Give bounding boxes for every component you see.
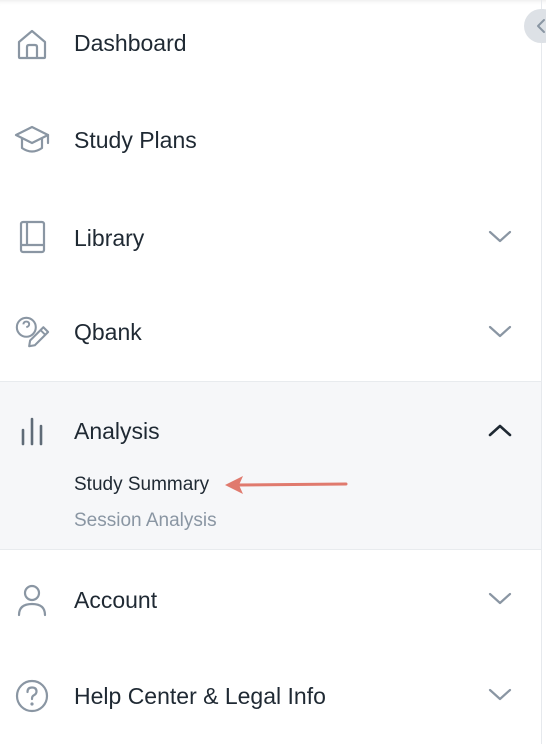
chevron-up-icon[interactable] (486, 416, 514, 444)
nav-item-qbank[interactable]: Qbank (0, 286, 541, 380)
nav-item-library[interactable]: Library (0, 190, 541, 286)
nav-section-analysis: Analysis Study Summary Session Analysis (0, 381, 541, 550)
user-icon (14, 582, 50, 618)
chevron-down-icon[interactable] (486, 223, 514, 251)
red-arrow-left-icon (224, 473, 350, 502)
chevron-down-icon[interactable] (486, 318, 514, 346)
qbank-pencil-icon (14, 314, 50, 350)
sub-item-study-summary[interactable]: Study Summary (74, 474, 209, 496)
chevron-down-icon[interactable] (486, 681, 514, 709)
sidebar-nav: Dashboard Study Plans Library Qbank Anal… (0, 0, 546, 744)
sub-item-session-analysis[interactable]: Session Analysis (74, 510, 217, 532)
nav-item-dashboard[interactable]: Dashboard (0, 0, 541, 90)
nav-label-study-plans: Study Plans (74, 127, 197, 153)
graduation-cap-icon (14, 122, 50, 158)
nav-label-dashboard: Dashboard (74, 30, 187, 56)
nav-label-help-center: Help Center & Legal Info (74, 683, 326, 709)
chevron-down-icon[interactable] (486, 585, 514, 613)
nav-item-study-plans[interactable]: Study Plans (0, 94, 541, 188)
book-icon (14, 219, 50, 255)
nav-label-qbank: Qbank (74, 319, 142, 345)
nav-item-analysis[interactable]: Analysis (0, 382, 541, 472)
nav-label-library: Library (74, 225, 145, 251)
nav-item-help-center[interactable]: Help Center & Legal Info (0, 648, 541, 744)
nav-item-account[interactable]: Account (0, 552, 541, 648)
bar-chart-icon (14, 413, 50, 449)
sidebar-divider (541, 0, 542, 744)
help-circle-icon (14, 678, 50, 714)
nav-label-account: Account (74, 587, 158, 613)
nav-label-analysis: Analysis (74, 418, 160, 444)
home-icon (14, 26, 50, 62)
